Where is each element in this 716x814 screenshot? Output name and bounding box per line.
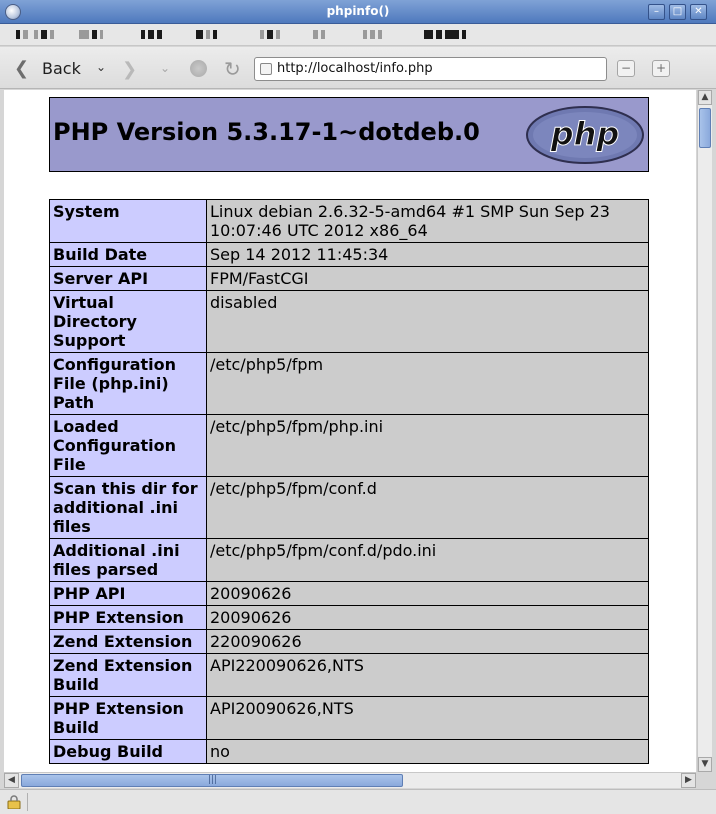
row-key: Zend Extension (49, 629, 207, 654)
minimize-button[interactable]: – (648, 4, 665, 20)
table-row: Server API FPM/FastCGI (49, 266, 649, 291)
row-value: disabled (206, 290, 649, 353)
table-row: Additional .ini files parsed/etc/php5/fp… (49, 538, 649, 582)
menu-item[interactable] (196, 30, 220, 40)
php-logo-text: php (550, 115, 620, 153)
page-icon (260, 63, 272, 75)
row-key: Scan this dir for additional .ini files (49, 476, 207, 539)
row-value: Sep 14 2012 11:45:34 (206, 242, 649, 267)
menu-item[interactable] (79, 30, 106, 40)
row-key: PHP Extension (49, 605, 207, 630)
row-key: Additional .ini files parsed (49, 538, 207, 582)
table-row: Zend Extension 220090626 (49, 629, 649, 654)
chevron-down-icon[interactable]: ⌄ (96, 60, 106, 74)
menu-item[interactable] (363, 30, 385, 40)
table-row: Scan this dir for additional .ini files /… (49, 476, 649, 539)
table-row: Loaded Configuration File/etc/php5/fpm/p… (49, 414, 649, 477)
php-version-title: PHP Version 5.3.17-1~dotdeb.0 (53, 118, 480, 146)
menu-bar (0, 24, 716, 46)
row-key: Zend Extension Build (49, 653, 207, 697)
table-row: Configuration File (php.ini) Path/etc/ph… (49, 352, 649, 415)
row-key: Server API (49, 266, 207, 291)
row-value: Linux debian 2.6.32-5-amd64 #1 SMP Sun S… (206, 199, 649, 243)
vertical-scroll-thumb[interactable] (699, 108, 711, 148)
row-key: Debug Build (49, 739, 207, 764)
lock-icon[interactable] (6, 795, 22, 809)
scroll-down-icon[interactable]: ▼ (698, 757, 712, 772)
row-key: Build Date (49, 242, 207, 267)
row-value: no (206, 739, 649, 764)
status-divider (27, 793, 28, 811)
row-key: Virtual Directory Support (49, 290, 207, 353)
menu-item[interactable] (34, 30, 57, 40)
window-titlebar[interactable]: phpinfo() – □ ✕ (0, 0, 716, 24)
row-value: /etc/php5/fpm/conf.d (206, 476, 649, 539)
table-row: PHP Extension 20090626 (49, 605, 649, 630)
row-key: Loaded Configuration File (49, 414, 207, 477)
phpinfo-header: PHP Version 5.3.17-1~dotdeb.0 php (49, 97, 649, 172)
row-value: FPM/FastCGI (206, 266, 649, 291)
menu-item[interactable] (313, 30, 328, 40)
table-row: Build Date Sep 14 2012 11:45:34 (49, 242, 649, 267)
row-value: 20090626 (206, 605, 649, 630)
forward-arrow-icon[interactable]: ❯ (122, 59, 137, 80)
chevron-down-icon[interactable]: ⌄ (160, 61, 170, 75)
scroll-up-icon[interactable]: ▲ (698, 90, 712, 105)
scroll-right-icon[interactable]: ▶ (681, 773, 696, 788)
menu-item[interactable] (16, 30, 31, 40)
page-content[interactable]: PHP Version 5.3.17-1~dotdeb.0 php System… (4, 90, 696, 772)
menu-item[interactable] (141, 30, 165, 40)
row-key: System (49, 199, 207, 243)
row-key: Configuration File (php.ini) Path (49, 352, 207, 415)
phpinfo-page: PHP Version 5.3.17-1~dotdeb.0 php System… (49, 97, 649, 764)
row-value: /etc/php5/fpm/php.ini (206, 414, 649, 477)
scroll-left-icon[interactable]: ◀ (4, 773, 19, 788)
row-value: /etc/php5/fpm (206, 352, 649, 415)
url-text[interactable]: http://localhost/info.php (277, 61, 433, 76)
grip-icon: ||| (208, 775, 218, 785)
table-row: Zend Extension Build API220090626,NTS (49, 653, 649, 697)
menu-item[interactable] (424, 30, 469, 40)
window-title: phpinfo() (326, 4, 390, 18)
row-value: 220090626 (206, 629, 649, 654)
row-value: /etc/php5/fpm/conf.d/pdo.ini (206, 538, 649, 582)
row-value: 20090626 (206, 581, 649, 606)
horizontal-scroll-thumb[interactable]: ||| (21, 774, 403, 787)
table-row: Virtual Directory Support disabled (49, 290, 649, 353)
horizontal-scrollbar[interactable]: ◀ ||| ▶ (4, 772, 696, 788)
table-row: PHP Extension Build API20090626,NTS (49, 696, 649, 740)
phpinfo-table: System Linux debian 2.6.32-5-amd64 #1 SMP… (49, 199, 649, 764)
status-bar (0, 789, 716, 814)
zoom-out-icon[interactable]: − (617, 60, 635, 77)
row-value: API220090626,NTS (206, 653, 649, 697)
back-label: Back (42, 59, 81, 78)
row-value: API20090626,NTS (206, 696, 649, 740)
table-row: Debug Build no (49, 739, 649, 764)
row-key: PHP Extension Build (49, 696, 207, 740)
close-button[interactable]: ✕ (690, 4, 707, 20)
reload-icon[interactable]: ↻ (224, 57, 241, 81)
navigation-toolbar: ❮ Back ⌄ ❯ ⌄ ↻ http://localhost/info.php… (0, 47, 716, 89)
back-button[interactable]: ❮ Back ⌄ (8, 55, 114, 81)
vertical-scrollbar[interactable]: ▲ ▼ (697, 90, 712, 772)
table-row: PHP API 20090626 (49, 581, 649, 606)
zoom-in-icon[interactable]: + (652, 60, 670, 77)
table-row: System Linux debian 2.6.32-5-amd64 #1 SMP… (49, 199, 649, 243)
address-bar[interactable]: http://localhost/info.php (254, 57, 607, 81)
row-key: PHP API (49, 581, 207, 606)
back-arrow-icon: ❮ (14, 58, 30, 79)
php-logo-icon[interactable]: php (525, 105, 645, 165)
stop-icon[interactable] (190, 60, 207, 77)
menu-item[interactable] (260, 30, 283, 40)
maximize-button[interactable]: □ (669, 4, 686, 20)
